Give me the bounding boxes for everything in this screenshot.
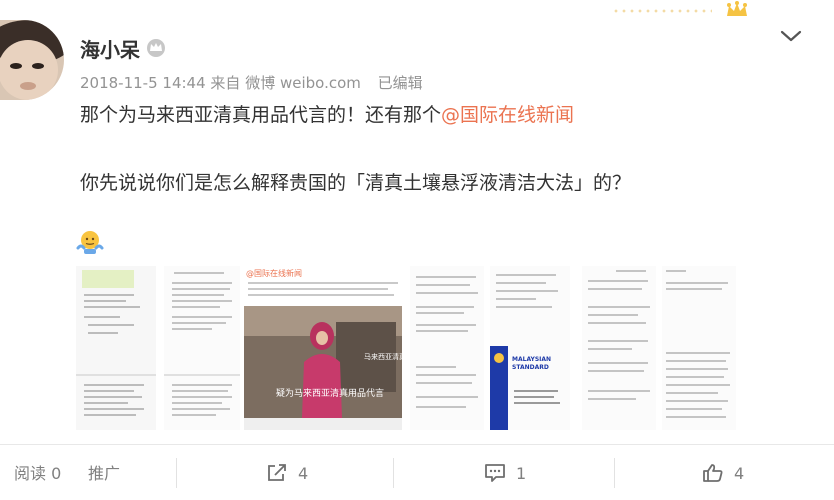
mention-link[interactable]: @国际在线新闻 (441, 104, 574, 126)
image-thumbnail[interactable] (76, 266, 156, 430)
source-link[interactable]: 微博 weibo.com (245, 74, 361, 92)
post-footer: 阅读 0 推广 4 1 4 (0, 446, 834, 500)
read-count: 阅读 0 (14, 460, 61, 484)
post-timestamp[interactable]: 2018-11-5 14:44 (80, 74, 206, 92)
comment-button[interactable]: 1 (484, 458, 526, 488)
shrug-emoji-icon (76, 231, 104, 254)
footer-divider (0, 444, 834, 445)
post-meta: 2018-11-5 14:44 来自 微博 weibo.com 已编辑 (80, 72, 423, 93)
post-text-line1: 那个为马来西亚清真用品代言的！还有那个@国际在线新闻 (80, 100, 574, 127)
source-prefix: 来自 (210, 74, 241, 92)
video-caption: 疑为马来西亚清真用品代言 (276, 389, 385, 399)
post-text-line2: 你先说说你们是怎么解释贵国的「清真土壤悬浮液清洁大法」的？ (80, 172, 632, 194)
image-thumbnail[interactable] (582, 266, 656, 430)
promote-button[interactable]: 推广 (88, 460, 120, 484)
cover-title-line1: MALAYSIAN (512, 356, 552, 363)
footer-separator (614, 458, 615, 488)
header-decoration (612, 8, 712, 14)
like-count: 4 (734, 463, 745, 483)
like-button[interactable]: 4 (702, 458, 744, 488)
footer-separator (176, 458, 177, 488)
news-video-thumbnail[interactable]: @国际在线新闻 马来西亚清真 疑为马来西亚清真用品代言 (244, 266, 402, 430)
share-icon (268, 464, 286, 481)
footer-separator (393, 458, 394, 488)
image-thumbnail[interactable] (410, 266, 484, 430)
share-count: 4 (298, 463, 309, 483)
image-thumbnail[interactable] (662, 266, 736, 430)
chevron-down-icon[interactable] (778, 26, 804, 46)
username[interactable]: 海小呆 (80, 34, 140, 63)
thumbs-up-icon (703, 464, 723, 482)
read-count-value: 0 (51, 464, 62, 483)
news-header: @国际在线新闻 (246, 269, 302, 278)
video-side-label: 马来西亚清真 (364, 353, 402, 361)
member-badge-icon[interactable] (146, 38, 166, 58)
crown-icon (727, 1, 747, 16)
document-cover-thumbnail[interactable]: MALAYSIAN STANDARD (490, 266, 570, 430)
avatar[interactable] (0, 20, 64, 100)
comment-icon (485, 464, 505, 482)
post-text: 那个为马来西亚清真用品代言的！还有那个 (80, 104, 442, 126)
cover-title-line2: STANDARD (512, 364, 549, 371)
image-thumbnail[interactable] (164, 266, 240, 430)
edited-label[interactable]: 已编辑 (378, 74, 423, 92)
comment-count: 1 (516, 463, 527, 483)
share-button[interactable]: 4 (266, 458, 308, 488)
read-label: 阅读 (14, 464, 47, 483)
